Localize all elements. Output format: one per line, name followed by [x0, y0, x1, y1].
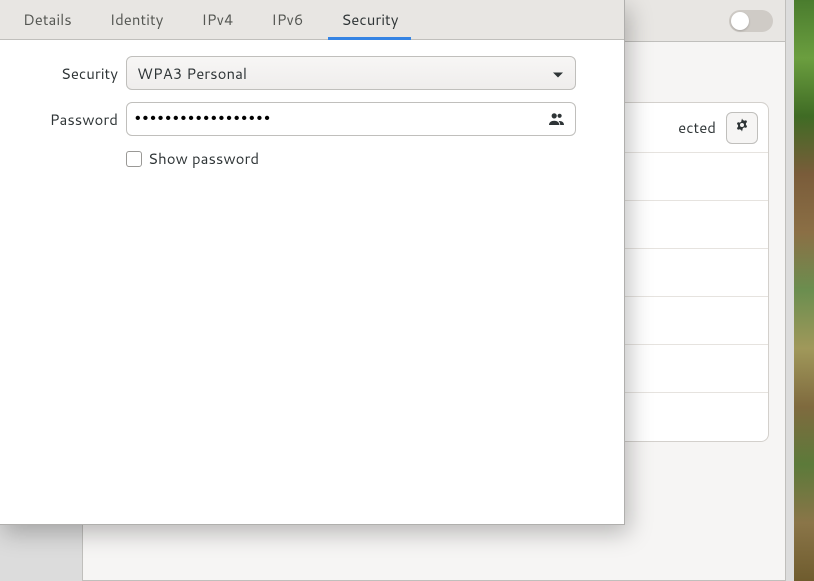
security-type-row: Security WPA3 Personal — [48, 56, 576, 90]
password-label: Password — [48, 109, 118, 130]
tab-ipv6[interactable]: IPv6 — [252, 0, 322, 39]
password-row: Password — [48, 102, 576, 136]
security-type-label: Security — [48, 63, 118, 84]
tab-ipv4[interactable]: IPv4 — [182, 0, 252, 39]
show-password-label: Show password — [148, 148, 259, 169]
connection-settings-dialog: Details Identity IPv4 IPv6 Security Secu… — [0, 0, 625, 525]
desktop-wallpaper-edge — [794, 0, 814, 581]
network-status-label: ected — [678, 117, 716, 138]
chevron-down-icon — [553, 63, 563, 84]
users-icon[interactable] — [547, 112, 567, 126]
show-password-row: Show password — [126, 148, 576, 169]
tab-security[interactable]: Security — [322, 0, 417, 39]
tab-identity[interactable]: Identity — [91, 0, 183, 39]
security-type-combobox[interactable]: WPA3 Personal — [126, 56, 576, 90]
security-type-value: WPA3 Personal — [137, 63, 247, 84]
tabbar: Details Identity IPv4 IPv6 Security — [0, 0, 624, 40]
network-settings-button[interactable] — [726, 112, 758, 144]
gear-icon — [734, 117, 750, 138]
password-input[interactable] — [135, 110, 547, 128]
password-input-wrapper — [126, 102, 576, 136]
wifi-toggle-switch[interactable] — [729, 10, 773, 32]
security-tab-panel: Security WPA3 Personal Password — [0, 40, 624, 169]
tab-details[interactable]: Details — [4, 0, 91, 39]
show-password-checkbox[interactable] — [126, 151, 142, 167]
